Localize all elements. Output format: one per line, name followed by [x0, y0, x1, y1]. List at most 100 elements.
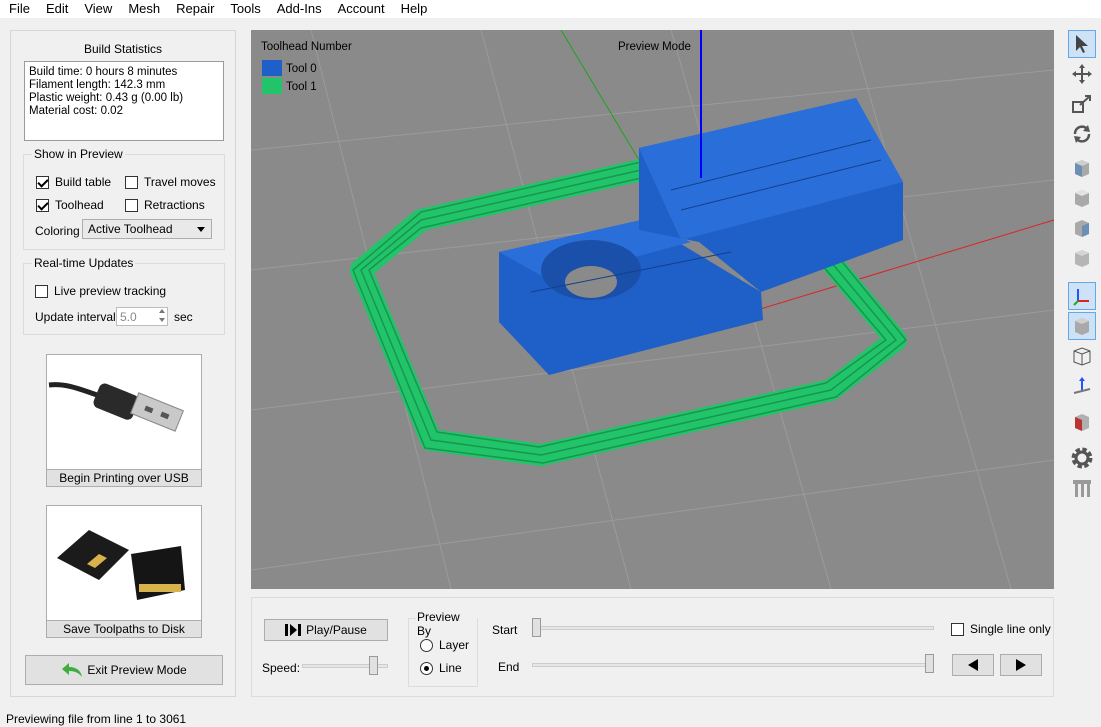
build-table-label: Build table — [55, 175, 112, 189]
coloring-select[interactable]: Active Toolhead — [82, 219, 212, 239]
stat-material-cost: Material cost: 0.02 — [29, 105, 123, 117]
build-table-check-box[interactable] — [36, 175, 49, 189]
realtime-updates-title: Real-time Updates — [32, 256, 136, 270]
end-slider-thumb[interactable] — [925, 654, 934, 673]
usb-button-label: Begin Printing over USB — [47, 469, 201, 486]
spin-up-icon[interactable] — [159, 309, 165, 313]
retractions-label: Retractions — [144, 198, 205, 212]
tool-1-label: Tool 1 — [286, 81, 317, 93]
axes-icon[interactable] — [1068, 282, 1096, 310]
menu-account[interactable]: Account — [329, 0, 392, 18]
view-side-icon[interactable] — [1068, 214, 1096, 242]
section-view-icon[interactable] — [1068, 408, 1096, 436]
wireframe-icon[interactable] — [1068, 342, 1096, 370]
start-slider-thumb[interactable] — [532, 618, 541, 637]
solid-view-icon[interactable] — [1068, 312, 1096, 340]
tool-0-label: Tool 0 — [286, 63, 317, 75]
normal-icon[interactable] — [1068, 372, 1096, 400]
travel-moves-check-box[interactable] — [125, 175, 138, 189]
coloring-label: Coloring — [35, 224, 80, 238]
save-toolpaths-button[interactable]: Save Toolpaths to Disk — [46, 505, 202, 638]
line-radio-circle[interactable] — [420, 661, 433, 675]
preview-by-group: Preview By Layer Line — [408, 610, 478, 687]
exit-preview-label: Exit Preview Mode — [87, 663, 187, 677]
realtime-updates-group: Real-time Updates Live preview tracking … — [23, 256, 225, 335]
toolhead-check-box[interactable] — [36, 198, 49, 212]
chevron-down-icon — [197, 227, 205, 232]
sd-button-label: Save Toolpaths to Disk — [47, 620, 201, 637]
layer-radio-label: Layer — [439, 638, 470, 652]
start-slider-track[interactable] — [532, 626, 934, 630]
end-slider-track[interactable] — [532, 663, 934, 667]
layer-radio-circle[interactable] — [420, 638, 433, 652]
start-label: Start — [492, 623, 518, 637]
menu-bar: File Edit View Mesh Repair Tools Add-Ins… — [0, 0, 1101, 18]
menu-file[interactable]: File — [0, 0, 37, 18]
stat-build-time: Build time: 0 hours 8 minutes — [29, 66, 178, 78]
live-preview-checkbox[interactable]: Live preview tracking — [35, 284, 166, 298]
speed-slider-thumb[interactable] — [369, 656, 378, 675]
status-bar: Previewing file from line 1 to 3061 — [6, 712, 187, 726]
show-in-preview-group: Show in Preview Build table Travel moves… — [23, 147, 225, 250]
step-back-button[interactable] — [952, 654, 994, 676]
menu-view[interactable]: View — [75, 0, 119, 18]
play-pause-label: Play/Pause — [306, 623, 367, 637]
build-stats-title: Build Statistics — [83, 42, 163, 56]
menu-help[interactable]: Help — [392, 0, 435, 18]
step-forward-button[interactable] — [1000, 654, 1042, 676]
menu-addins[interactable]: Add-Ins — [268, 0, 329, 18]
menu-mesh[interactable]: Mesh — [119, 0, 167, 18]
spin-down-icon[interactable] — [159, 318, 165, 322]
preview-by-title: Preview By — [416, 610, 477, 638]
move-icon[interactable] — [1068, 60, 1096, 88]
tool-1-swatch — [262, 78, 282, 94]
begin-printing-usb-button[interactable]: Begin Printing over USB — [46, 354, 202, 487]
line-radio-label: Line — [439, 661, 462, 675]
rotate-icon[interactable] — [1068, 120, 1096, 148]
triangle-left-icon — [968, 659, 978, 671]
preview-mode-label: Preview Mode — [618, 41, 691, 53]
triangle-right-icon — [1016, 659, 1026, 671]
play-pause-icon — [285, 624, 302, 636]
tool-0-swatch — [262, 60, 282, 76]
back-arrow-icon — [62, 663, 83, 677]
update-interval-spinbox[interactable]: 5.0 — [116, 307, 168, 326]
scale-icon[interactable] — [1068, 90, 1096, 118]
settings-gear-icon[interactable] — [1068, 444, 1096, 472]
coloring-select-value: Active Toolhead — [88, 222, 173, 236]
usb-cable-image — [48, 382, 185, 432]
view-top-icon[interactable] — [1068, 184, 1096, 212]
select-arrow-icon[interactable] — [1068, 30, 1096, 58]
view-back-icon[interactable] — [1068, 244, 1096, 272]
update-interval-unit: sec — [174, 310, 193, 324]
toolhead-checkbox[interactable]: Toolhead — [36, 198, 104, 212]
single-line-checkbox[interactable]: Single line only — [951, 622, 1051, 636]
live-preview-check-box[interactable] — [35, 284, 48, 298]
layer-radio[interactable]: Layer — [420, 638, 469, 652]
retractions-check-box[interactable] — [125, 198, 138, 212]
travel-moves-checkbox[interactable]: Travel moves — [125, 175, 216, 189]
menu-tools[interactable]: Tools — [221, 0, 267, 18]
live-preview-label: Live preview tracking — [54, 284, 167, 298]
line-radio[interactable]: Line — [420, 661, 462, 675]
view-front-icon[interactable] — [1068, 154, 1096, 182]
single-line-check-box[interactable] — [951, 622, 964, 636]
preview-viewport[interactable]: Toolhead Number Preview Mode Tool 0 Tool… — [251, 30, 1054, 589]
toolhead-label: Toolhead — [55, 198, 104, 212]
playback-controls: Play/Pause Speed: Preview By Layer Line … — [251, 597, 1054, 697]
play-pause-button[interactable]: Play/Pause — [264, 619, 388, 641]
retractions-checkbox[interactable]: Retractions — [125, 198, 205, 212]
build-table-checkbox[interactable]: Build table — [36, 175, 111, 189]
exit-preview-button[interactable]: Exit Preview Mode — [25, 655, 223, 685]
single-line-label: Single line only — [970, 622, 1051, 636]
menu-repair[interactable]: Repair — [167, 0, 221, 18]
build-stats-box: Build time: 0 hours 8 minutes Filament l… — [24, 61, 224, 141]
stat-plastic-weight: Plastic weight: 0.43 g (0.00 lb) — [29, 92, 184, 104]
supports-icon[interactable] — [1068, 474, 1096, 502]
sd-card-image — [57, 530, 185, 600]
legend-title: Toolhead Number — [261, 41, 352, 53]
menu-edit[interactable]: Edit — [37, 0, 75, 18]
scene-canvas — [251, 30, 1054, 589]
left-panel: Build Statistics Build time: 0 hours 8 m… — [10, 30, 236, 697]
speed-label: Speed: — [262, 661, 301, 675]
